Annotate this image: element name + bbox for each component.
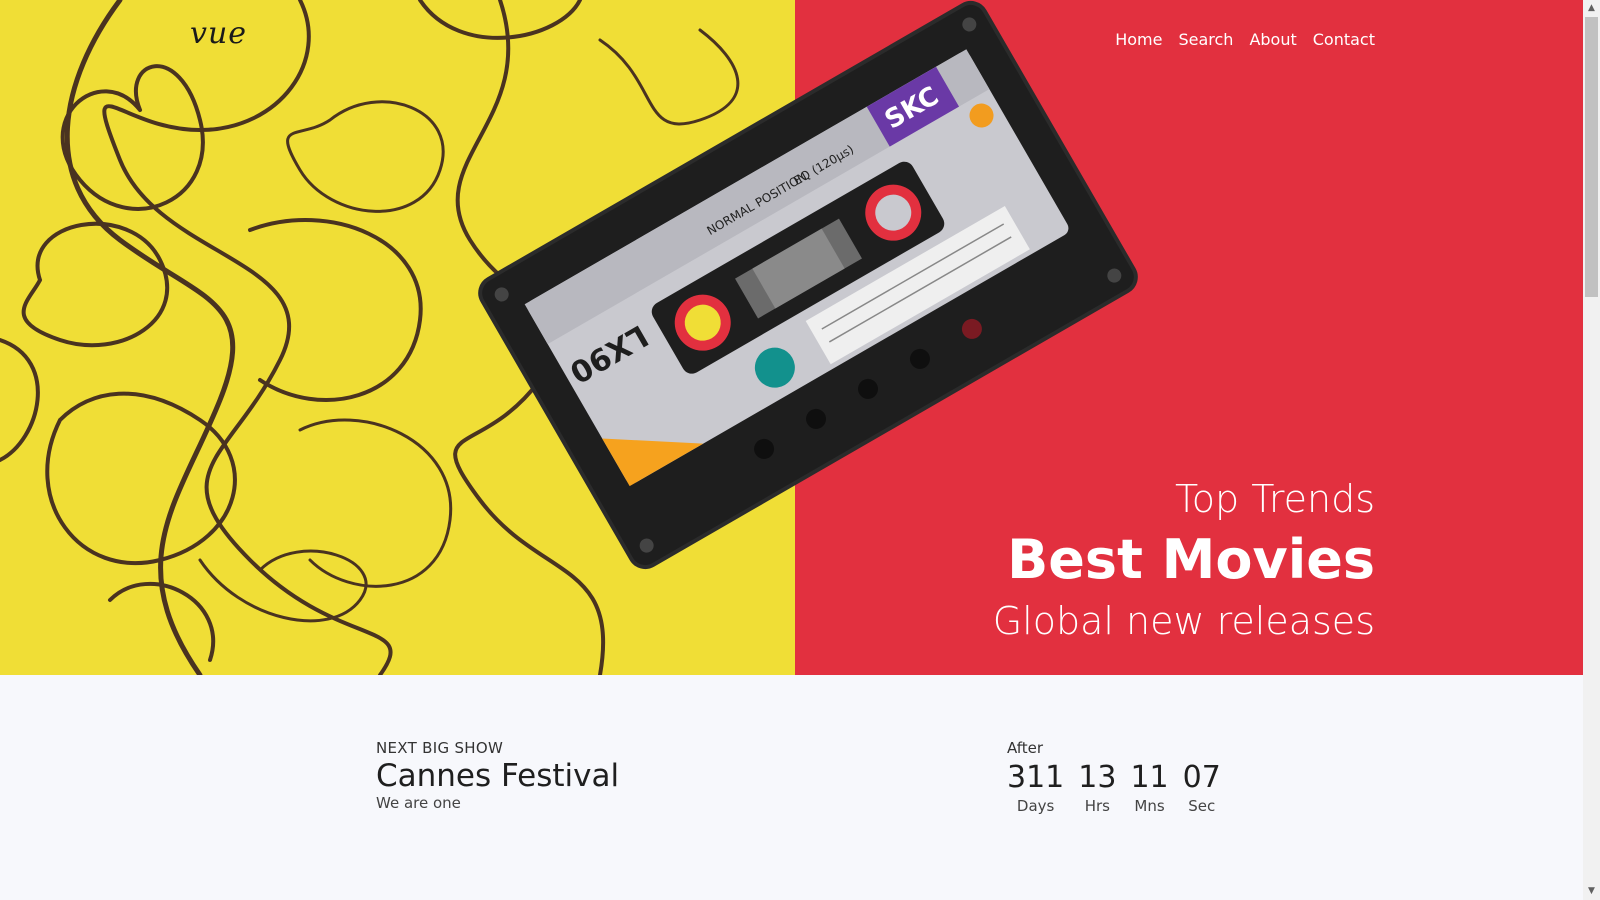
scrollbar-thumb[interactable] <box>1585 17 1598 297</box>
next-show-eyebrow: NEXT BIG SHOW <box>376 739 504 757</box>
logo[interactable]: vue <box>190 16 247 51</box>
next-show-title: Cannes Festival <box>376 758 620 794</box>
countdown-hours-label: Hrs <box>1084 797 1110 815</box>
hero-headline: Top Trends Best Movies Global new releas… <box>993 474 1375 646</box>
nav-search[interactable]: Search <box>1178 30 1233 49</box>
countdown-seconds-label: Sec <box>1188 797 1216 815</box>
nav-home[interactable]: Home <box>1115 30 1162 49</box>
countdown-days: 311 Days <box>1007 759 1064 815</box>
countdown-days-label: Days <box>1016 797 1055 815</box>
hero-line-best-movies: Best Movies <box>1007 528 1375 591</box>
scroll-down-arrow-icon[interactable]: ▼ <box>1583 883 1600 900</box>
countdown-hours: 13 Hrs <box>1078 759 1116 815</box>
nav-contact[interactable]: Contact <box>1313 30 1375 49</box>
countdown-seconds: 07 Sec <box>1183 759 1221 815</box>
countdown-days-value: 311 <box>1007 760 1065 795</box>
main-nav: Home Search About Contact <box>1115 30 1375 49</box>
hero-line-global-releases: Global new releases <box>992 599 1375 643</box>
countdown-minutes-label: Mns <box>1134 797 1165 815</box>
countdown-after-label: After <box>1007 739 1044 757</box>
nav-about[interactable]: About <box>1249 30 1296 49</box>
countdown-minutes-value: 11 <box>1130 760 1169 795</box>
scroll-up-arrow-icon[interactable]: ▲ <box>1583 0 1600 17</box>
next-show-subtitle: We are one <box>376 794 461 812</box>
next-show: NEXT BIG SHOW Cannes Festival We are one <box>376 739 619 812</box>
hero-line-top-trends: Top Trends <box>1174 477 1375 521</box>
vertical-scrollbar[interactable]: ▲ ▼ <box>1583 0 1600 900</box>
hero-section: SKC NORMAL POSITION EQ (120µs) LX90 vue … <box>0 0 1583 675</box>
countdown-minutes: 11 Mns <box>1130 759 1168 815</box>
countdown-hours-value: 13 <box>1078 760 1117 795</box>
page: SKC NORMAL POSITION EQ (120µs) LX90 vue … <box>0 0 1583 900</box>
countdown: After 311 Days 13 Hrs 11 Mns 07 Sec <box>1007 739 1221 815</box>
countdown-seconds-value: 07 <box>1182 760 1221 795</box>
